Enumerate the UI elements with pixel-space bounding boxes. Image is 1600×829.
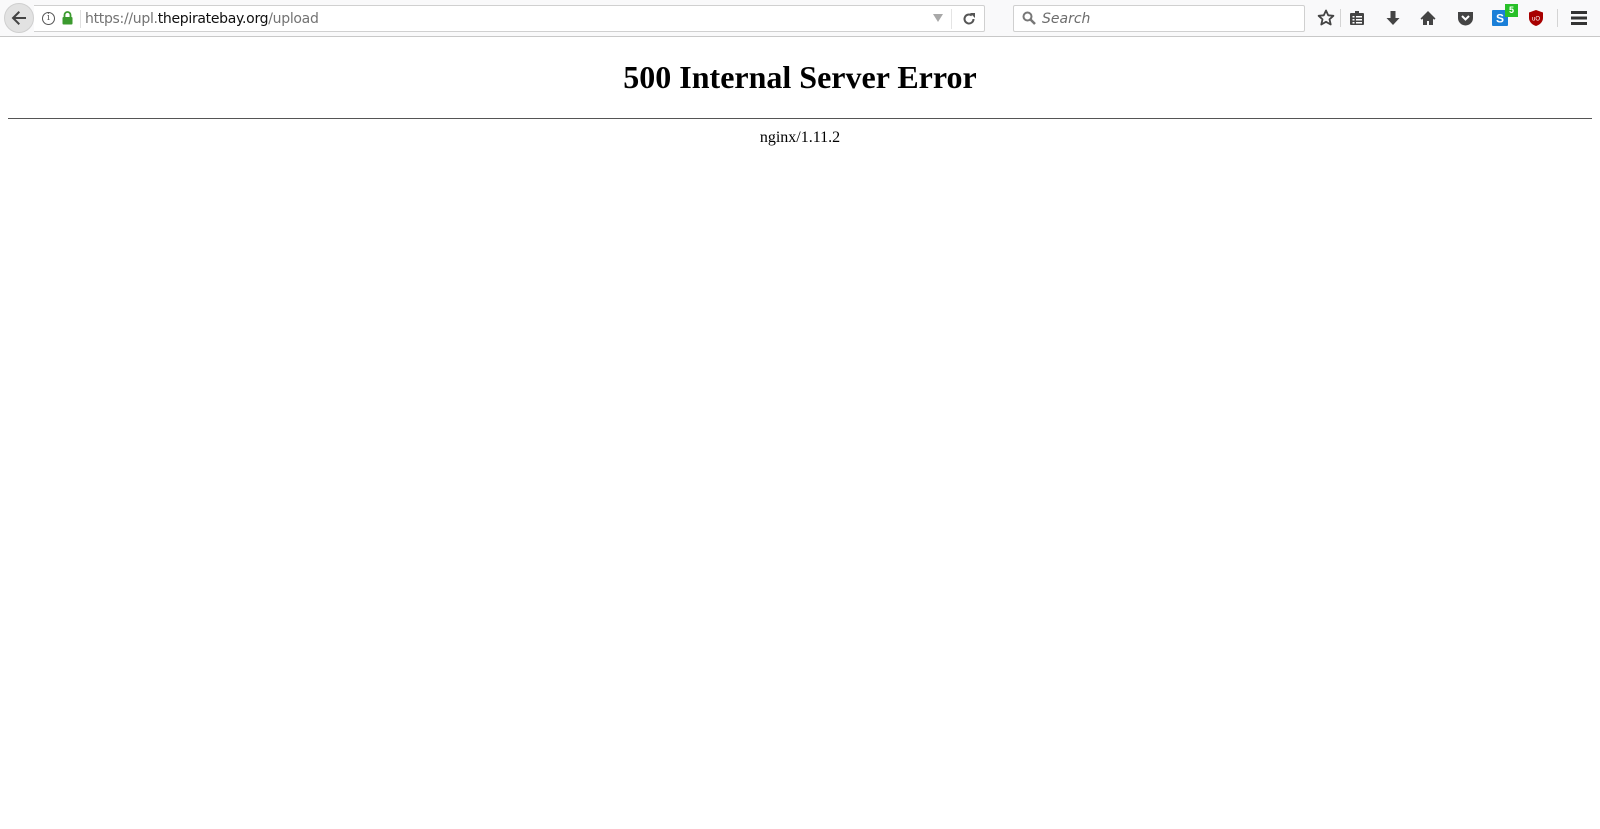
url-text[interactable]: https://upl.thepiratebay.org/upload [85,11,319,27]
reload-icon [963,13,975,25]
url-separator [951,9,952,29]
url-host: thepiratebay.org [157,11,269,27]
search-bar[interactable] [1013,5,1305,32]
download-button[interactable] [1383,8,1403,28]
menu-icon [1571,11,1587,25]
toolbar-separator [1557,9,1558,27]
url-path: /upload [268,11,319,27]
error-title: 500 Internal Server Error [623,59,977,95]
svg-text:S: S [1496,12,1504,26]
ublock-icon: uO [1529,10,1543,26]
pocket-icon [1457,12,1473,26]
extension-badge: 5 [1505,4,1518,17]
reload-button[interactable] [959,9,979,29]
reading-list-icon [1350,11,1364,25]
svg-text:uO: uO [1532,17,1540,23]
pocket-button[interactable] [1455,8,1475,28]
info-icon[interactable]: i [42,12,55,25]
download-icon [1386,11,1400,25]
menu-button[interactable] [1569,8,1589,28]
url-separator [80,10,81,28]
home-button[interactable] [1418,8,1438,28]
toolbar-separator [1340,9,1341,27]
url-bar[interactable]: i https://upl.thepiratebay.org/upload [34,5,985,32]
search-icon[interactable] [1022,11,1036,25]
back-arrow-icon [11,11,26,25]
lock-icon[interactable] [62,11,73,25]
home-icon [1420,11,1436,25]
divider [8,118,1592,119]
dropdown-icon[interactable] [933,14,943,22]
url-prefix: https://upl. [85,11,158,27]
back-button[interactable] [4,3,34,33]
bookmark-star-icon [1317,9,1335,26]
search-input[interactable] [1040,9,1290,29]
page-content: 500 Internal Server Error nginx/1.11.2 [0,38,1600,829]
server-signature: nginx/1.11.2 [759,129,841,146]
bookmark-star-button[interactable] [1316,8,1336,28]
reading-list-button[interactable] [1347,8,1367,28]
browser-toolbar: i https://upl.thepiratebay.org/upload S … [0,0,1600,37]
ublock-button[interactable]: uO [1526,8,1546,28]
